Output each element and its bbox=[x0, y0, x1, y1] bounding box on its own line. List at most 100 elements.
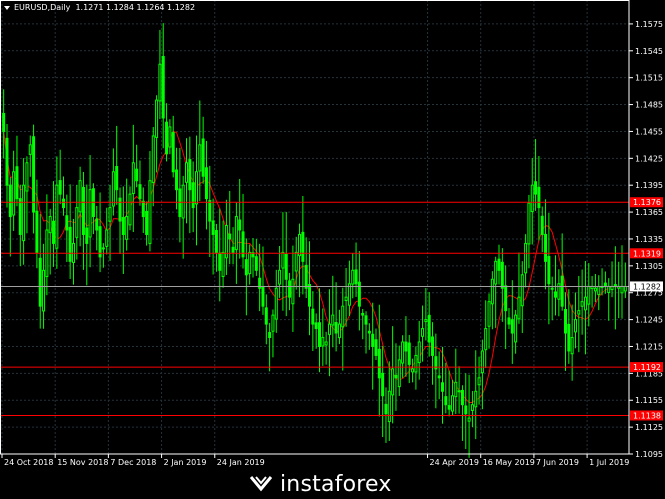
candle-body bbox=[278, 269, 282, 285]
candle-body bbox=[135, 168, 139, 182]
candle-body bbox=[394, 374, 398, 379]
candle-body bbox=[480, 350, 484, 374]
candle-body bbox=[351, 269, 355, 285]
time-tick-label: 7 Dec 2018 bbox=[110, 458, 156, 467]
candle-body bbox=[460, 389, 464, 406]
candle-body bbox=[145, 210, 149, 235]
price-tick-label: 1.1095 bbox=[635, 450, 663, 459]
candle-body bbox=[597, 285, 601, 296]
level-price-label: 1.1192 bbox=[633, 363, 661, 372]
candle-body bbox=[105, 229, 109, 247]
candle-body bbox=[374, 339, 378, 356]
candle-body bbox=[563, 308, 567, 334]
candle-body bbox=[454, 381, 458, 398]
time-tick-label: 24 Oct 2018 bbox=[4, 458, 53, 467]
price-tick-label: 1.1455 bbox=[635, 127, 663, 136]
candle-body bbox=[291, 278, 295, 305]
candlestick-series bbox=[2, 23, 627, 458]
horizontal-levels bbox=[0, 201, 629, 416]
candle-body bbox=[444, 396, 448, 406]
candle-body bbox=[18, 198, 22, 235]
candle-body bbox=[431, 336, 435, 356]
candle-body bbox=[487, 301, 491, 327]
dropdown-triangle-icon[interactable] bbox=[4, 5, 10, 10]
candle-body bbox=[457, 390, 461, 393]
candle-body bbox=[95, 218, 99, 231]
candle-body bbox=[155, 99, 159, 138]
price-tick-label: 1.1245 bbox=[635, 316, 663, 325]
candle-body bbox=[341, 305, 345, 328]
candle-body bbox=[450, 395, 454, 412]
candle-body bbox=[474, 390, 478, 408]
candle-body bbox=[28, 144, 32, 155]
candle-body bbox=[294, 251, 298, 272]
candle-body bbox=[238, 219, 242, 231]
candle-body bbox=[148, 180, 152, 244]
candle-body bbox=[587, 285, 591, 305]
candle-body bbox=[337, 323, 341, 339]
candle-body bbox=[168, 126, 172, 148]
candle-body bbox=[284, 254, 288, 280]
candle-body bbox=[121, 216, 125, 235]
candle-body bbox=[234, 216, 238, 251]
candle-body bbox=[198, 144, 202, 172]
candle-body bbox=[447, 405, 451, 410]
candle-body bbox=[464, 405, 468, 415]
current-price-label: 1.1282 bbox=[633, 282, 661, 291]
time-tick-label: 24 Apr 2019 bbox=[430, 458, 479, 467]
candle-body bbox=[58, 180, 62, 195]
candle-body bbox=[324, 341, 328, 346]
candle-body bbox=[264, 307, 268, 325]
level-price-label: 1.1138 bbox=[633, 411, 661, 420]
candle-body bbox=[5, 137, 9, 186]
candle-body bbox=[364, 315, 368, 325]
candle-body bbox=[268, 331, 272, 339]
candle-body bbox=[175, 169, 179, 191]
candle-body bbox=[301, 231, 305, 262]
candle-body bbox=[108, 207, 112, 222]
candle-body bbox=[65, 215, 69, 231]
candle-body bbox=[391, 368, 395, 396]
candle-body bbox=[437, 375, 441, 379]
candle-body bbox=[274, 287, 278, 320]
candle-body bbox=[228, 233, 232, 240]
candle-body bbox=[537, 186, 541, 209]
candle-body bbox=[371, 333, 375, 347]
candle-body bbox=[317, 322, 321, 347]
price-tick-label: 1.1125 bbox=[635, 423, 663, 432]
candle-body bbox=[8, 184, 12, 218]
candle-body bbox=[401, 341, 405, 364]
symbol-timeframe: EURUSD,Daily bbox=[14, 3, 71, 12]
candle-body bbox=[534, 181, 538, 195]
candle-body bbox=[12, 171, 16, 216]
candle-body bbox=[118, 197, 122, 222]
candle-body bbox=[387, 390, 391, 423]
candle-body bbox=[573, 319, 577, 333]
candle-body bbox=[288, 280, 292, 298]
candle-body bbox=[25, 162, 29, 192]
candle-body bbox=[490, 278, 494, 305]
candle-body bbox=[570, 337, 574, 355]
price-chart[interactable]: 1.1575 1.1545 1.1515 1.1485 1.1455 1.1425 1.13… bbox=[0, 0, 665, 499]
candle-body bbox=[125, 216, 129, 240]
candle-body bbox=[314, 322, 318, 330]
time-axis: 24 Oct 2018 15 Nov 2018 7 Dec 2018 2 Jan 20… bbox=[1, 454, 629, 467]
candle-body bbox=[75, 207, 79, 238]
candle-body bbox=[554, 291, 558, 298]
candle-body bbox=[194, 171, 198, 205]
candle-body bbox=[181, 184, 185, 219]
candle-body bbox=[607, 285, 611, 294]
candle-body bbox=[131, 162, 135, 194]
time-tick-label: 7 Jun 2019 bbox=[536, 458, 579, 467]
candle-body bbox=[188, 159, 192, 191]
candle-body bbox=[514, 314, 518, 343]
candle-body bbox=[334, 322, 338, 334]
chart-frame bbox=[0, 0, 630, 455]
time-tick-label: 24 Jan 2019 bbox=[217, 458, 265, 467]
time-tick-label: 2 Jan 2019 bbox=[164, 458, 207, 467]
candle-body bbox=[414, 354, 418, 373]
candle-body bbox=[171, 132, 175, 173]
candle-body bbox=[384, 403, 388, 415]
candle-body bbox=[331, 314, 335, 326]
price-tick-label: 1.1545 bbox=[635, 47, 663, 56]
